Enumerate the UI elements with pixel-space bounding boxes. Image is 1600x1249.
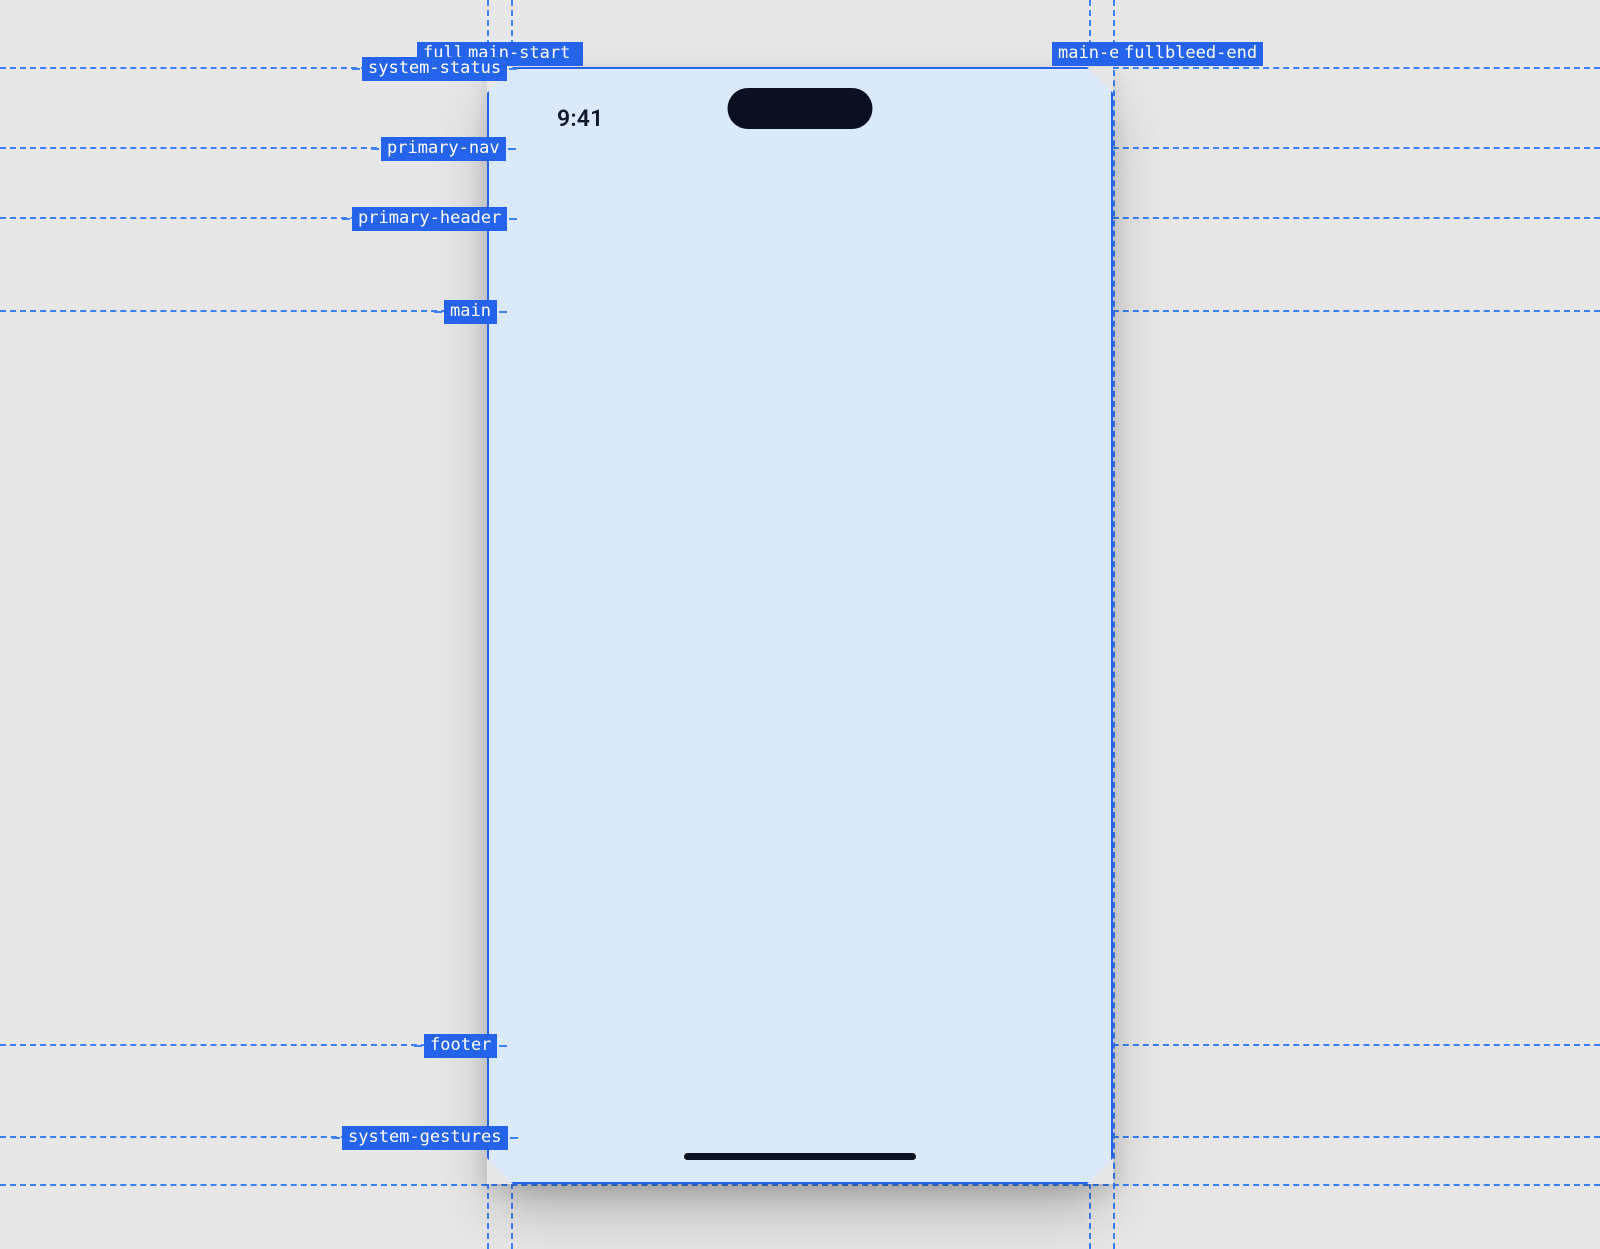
- label-primary-nav: primary-nav: [381, 137, 506, 161]
- phone-frame: 9:41: [487, 67, 1113, 1184]
- guide-device-bottom: [0, 1184, 1600, 1186]
- home-indicator: [684, 1153, 916, 1160]
- label-fullbleed-end: fullbleed-end: [1118, 42, 1263, 66]
- label-system-status: system-status: [362, 57, 507, 81]
- label-primary-header: primary-header: [352, 207, 507, 231]
- label-system-gestures: system-gestures: [342, 1126, 508, 1150]
- status-time: 9:41: [557, 105, 604, 132]
- dynamic-island: [728, 88, 873, 129]
- guide-fullbleed-end: [1113, 0, 1115, 1249]
- label-main: main: [444, 300, 497, 324]
- label-footer: footer: [424, 1034, 497, 1058]
